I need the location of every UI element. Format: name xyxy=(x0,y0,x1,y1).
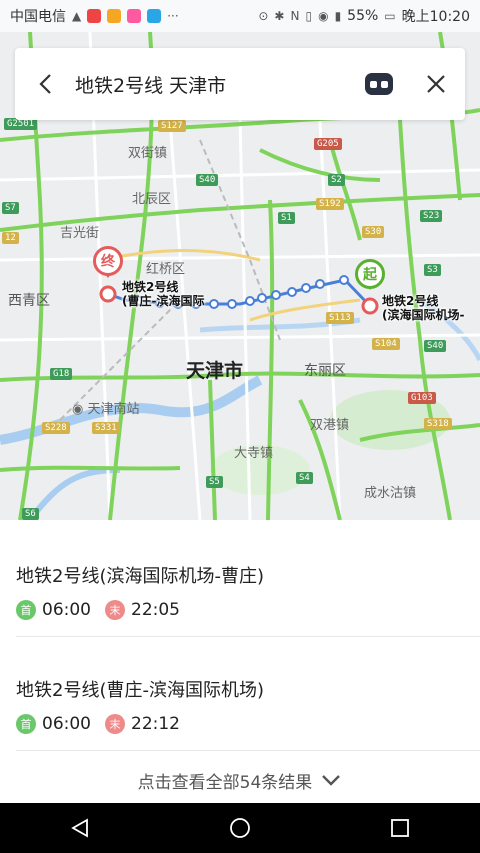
nav-home-button[interactable] xyxy=(210,803,270,853)
location-icon: ⊙ xyxy=(258,9,269,23)
road-badge: S104 xyxy=(372,338,400,350)
robot-button[interactable] xyxy=(365,73,393,95)
last-train-badge: 末 xyxy=(105,600,125,620)
view-all-label: 点击查看全部54条结果 xyxy=(137,772,313,793)
road-badge: S2 xyxy=(328,174,345,186)
road-badge: S228 xyxy=(42,422,70,434)
close-button[interactable] xyxy=(421,64,451,104)
more-dots-icon: ··· xyxy=(167,9,179,23)
last-train-badge: 末 xyxy=(105,714,125,734)
first-train-time: 06:00 xyxy=(42,714,91,734)
divider xyxy=(16,636,480,637)
hd-icon: ▲ xyxy=(72,9,82,23)
app-icon-pink xyxy=(127,9,142,23)
road-badge: S7 xyxy=(2,202,19,214)
chevron-left-icon xyxy=(39,74,51,94)
nfc-icon: N xyxy=(290,9,300,23)
map-label-shuangjie: 双街镇 xyxy=(128,146,168,161)
result-title: 地铁2号线(滨海国际机场-曹庄) xyxy=(16,566,264,587)
carrier-name: 中国电信 xyxy=(10,9,66,25)
start-station-label[interactable]: 地铁2号线 (滨海国际机场- xyxy=(382,294,464,322)
app-icon-blue xyxy=(147,9,162,23)
map-label-dasi: 大寺镇 xyxy=(234,446,274,461)
map-label-jiguang: 吉光街 xyxy=(60,226,100,241)
road-badge: S3 xyxy=(424,264,441,276)
road-badge: S1 xyxy=(278,212,295,224)
map-label-chenshuigu: 成水沽镇 xyxy=(364,486,417,501)
back-button[interactable] xyxy=(29,64,61,104)
road-badge: S113 xyxy=(326,312,354,324)
end-station-label[interactable]: 地铁2号线 (曹庄-滨海国际 xyxy=(122,280,204,308)
robot-icon xyxy=(370,80,377,88)
road-badge: S23 xyxy=(420,210,443,222)
first-train-badge: 首 xyxy=(16,714,36,734)
poi-pin-icon: ◉ xyxy=(72,402,84,417)
first-train-badge: 首 xyxy=(16,600,36,620)
road-badge: S40 xyxy=(424,340,447,352)
road-badge: S5 xyxy=(206,476,223,488)
road-badge: 12 xyxy=(2,232,19,244)
signal-icon: ▮ xyxy=(334,9,342,23)
start-marker[interactable]: 起 xyxy=(355,259,385,289)
chevron-down-icon xyxy=(322,775,341,786)
road-badge: G205 xyxy=(314,138,342,150)
map-label-beichen: 北辰区 xyxy=(132,192,172,207)
road-badge: S4 xyxy=(296,472,313,484)
first-train-time: 06:00 xyxy=(42,600,91,620)
nav-recents-button[interactable] xyxy=(370,803,430,853)
eye-icon: ◉ xyxy=(318,9,329,23)
battery-icon: ▭ xyxy=(384,9,396,23)
road-badge: S40 xyxy=(196,174,219,186)
result-item[interactable]: 地铁2号线(曹庄-滨海国际机场) 首 06:00 末 22:12 xyxy=(16,676,480,734)
end-marker[interactable]: 终 xyxy=(93,246,123,276)
map-label-shuanggang: 双港镇 xyxy=(310,418,350,433)
map-label-dongli: 东丽区 xyxy=(304,363,346,379)
map-label-city: 天津市 xyxy=(186,360,244,382)
app-icon-red xyxy=(87,9,102,23)
road-badge: S127 xyxy=(158,120,186,132)
road-badge: S6 xyxy=(22,508,39,520)
battery-percent: 55% xyxy=(347,8,379,24)
clock: 晚上10:20 xyxy=(401,9,470,25)
map-label-xiqing: 西青区 xyxy=(8,293,50,309)
bluetooth-icon: ✱ xyxy=(274,9,285,23)
search-bar: 地铁2号线 天津市 xyxy=(15,48,465,120)
status-bar: 中国电信 ▲ ··· ⊙ ✱ N ▯ ◉ ▮ 55% ▭ 晚上10:20 xyxy=(0,0,480,32)
result-title: 地铁2号线(曹庄-滨海国际机场) xyxy=(16,680,264,701)
view-all-results-button[interactable]: 点击查看全部54条结果 xyxy=(0,760,480,800)
app-icon-yellow xyxy=(107,9,122,23)
road-badge: G18 xyxy=(50,368,73,380)
road-badge: S30 xyxy=(362,226,385,238)
nav-back-button[interactable] xyxy=(50,803,110,853)
last-train-time: 22:05 xyxy=(131,600,180,620)
search-input[interactable]: 地铁2号线 天津市 xyxy=(61,71,365,98)
back-triangle-icon xyxy=(71,818,88,838)
system-nav-bar xyxy=(0,803,480,853)
road-badge: S192 xyxy=(316,198,344,210)
road-badge: S331 xyxy=(92,422,120,434)
road-badge: G103 xyxy=(408,392,436,404)
road-badge: S318 xyxy=(424,418,452,430)
result-item[interactable]: 地铁2号线(滨海国际机场-曹庄) 首 06:00 末 22:05 xyxy=(16,562,480,620)
map-label-tianjin-south: ◉ 天津南站 xyxy=(72,402,140,417)
recents-square-icon xyxy=(391,819,409,837)
divider xyxy=(16,750,480,751)
last-train-time: 22:12 xyxy=(131,714,180,734)
home-circle-icon xyxy=(230,818,250,838)
close-icon xyxy=(427,75,445,93)
map-label-hongqiao: 红桥区 xyxy=(146,262,186,277)
vibrate-icon: ▯ xyxy=(305,9,313,23)
